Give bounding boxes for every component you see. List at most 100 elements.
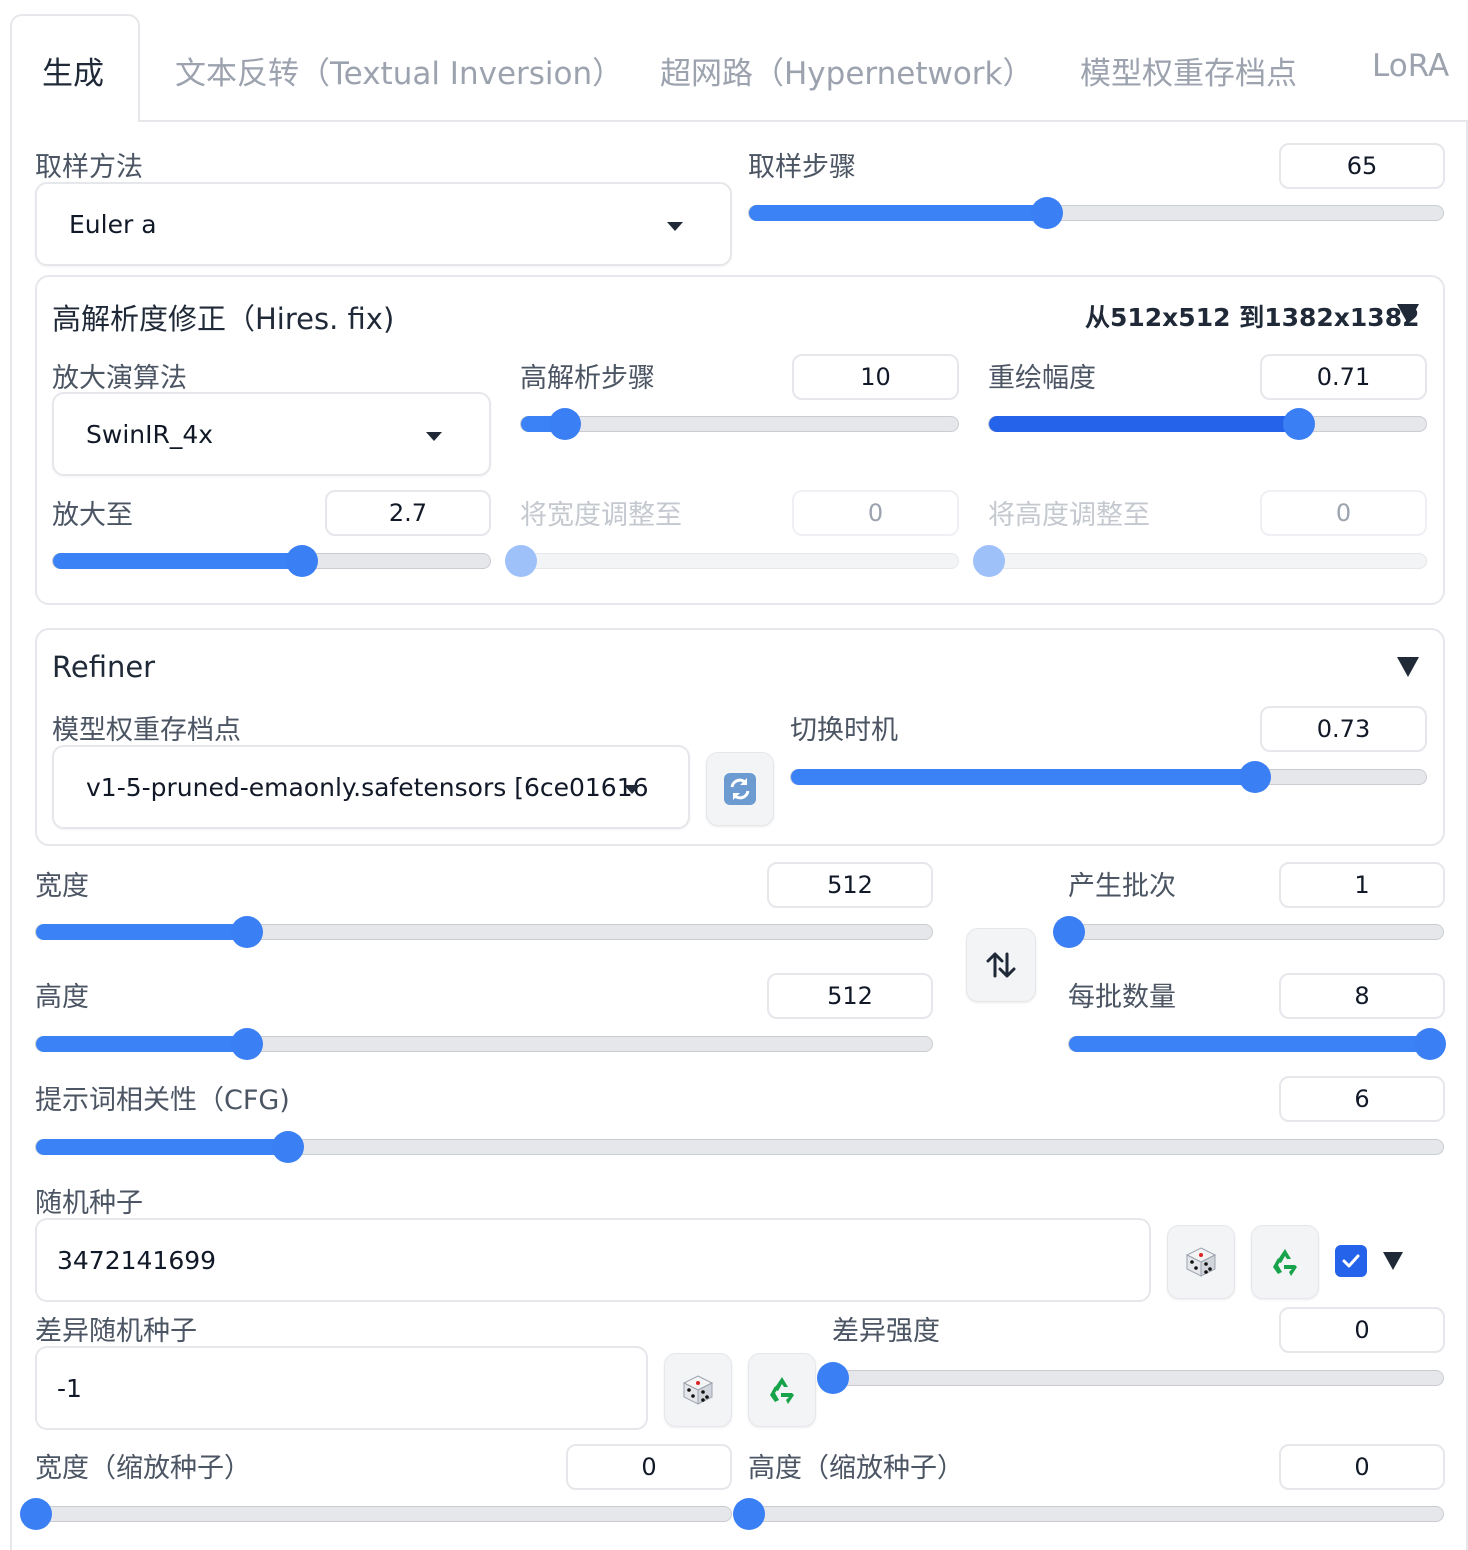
steps-slider-fill xyxy=(749,205,1048,221)
steps-input[interactable]: 65 xyxy=(1279,143,1445,189)
resize-width-slider[interactable] xyxy=(505,545,959,577)
seed-label: 随机种子 xyxy=(35,1188,143,1219)
seed-resize-height-input[interactable]: 0 xyxy=(1279,1444,1445,1490)
cfg-input[interactable]: 6 xyxy=(1279,1076,1445,1122)
variation-strength-slider-thumb[interactable] xyxy=(817,1362,849,1394)
switch-at-slider-thumb[interactable] xyxy=(1238,761,1271,793)
cfg-slider-fill xyxy=(36,1139,288,1155)
batch-count-label: 产生批次 xyxy=(1068,871,1176,902)
hires-steps-slider-thumb[interactable] xyxy=(548,408,581,440)
height-slider-thumb[interactable] xyxy=(230,1028,263,1060)
batch-count-slider-thumb[interactable] xyxy=(1053,916,1085,948)
denoise-slider-fill xyxy=(989,416,1300,432)
extra-seed-toggle-icon[interactable] xyxy=(1383,1252,1403,1270)
steps-slider[interactable] xyxy=(748,197,1444,229)
swap-vertical-icon xyxy=(986,952,1016,978)
denoise-input[interactable]: 0.71 xyxy=(1260,354,1427,400)
checkmark-icon xyxy=(1342,1254,1360,1268)
seed-resize-height-slider[interactable] xyxy=(733,1498,1444,1530)
chevron-down-icon xyxy=(667,222,683,231)
refiner-checkpoint-label: 模型权重存档点 xyxy=(52,715,241,746)
width-slider[interactable] xyxy=(35,916,933,948)
tab-textual-inversion[interactable]: 文本反转（Textual Inversion） xyxy=(175,48,623,93)
refresh-button[interactable] xyxy=(706,752,774,826)
resize-height-slider[interactable] xyxy=(973,545,1427,577)
width-slider-thumb[interactable] xyxy=(230,916,263,948)
tab-checkpoints[interactable]: 模型权重存档点 xyxy=(1080,48,1297,93)
height-slider[interactable] xyxy=(35,1028,933,1060)
switch-at-slider-fill xyxy=(791,769,1255,785)
denoise-slider[interactable] xyxy=(988,408,1427,440)
upscale-by-input[interactable]: 2.7 xyxy=(325,490,491,536)
hires-steps-label: 高解析步骤 xyxy=(520,363,655,394)
width-input[interactable]: 512 xyxy=(767,862,933,908)
refiner-checkpoint-value: v1-5-pruned-emaonly.safetensors [6ce0161… xyxy=(86,772,649,802)
batch-size-input[interactable]: 8 xyxy=(1279,973,1445,1019)
batch-size-slider[interactable] xyxy=(1068,1028,1446,1060)
resize-height-input[interactable]: 0 xyxy=(1260,490,1427,536)
seed-input[interactable]: 3472141699 xyxy=(35,1218,1151,1302)
refiner-title[interactable]: Refiner xyxy=(52,650,155,684)
recycle-icon xyxy=(770,1377,794,1404)
switch-at-label: 切换时机 xyxy=(790,715,898,746)
reuse-variation-seed-button[interactable] xyxy=(748,1353,816,1427)
sampler-value: Euler a xyxy=(69,209,157,239)
batch-count-input[interactable]: 1 xyxy=(1279,862,1445,908)
upscale-by-slider[interactable] xyxy=(52,545,491,577)
collapse-triangle-icon[interactable] xyxy=(1397,657,1419,677)
width-slider-fill xyxy=(36,924,247,940)
tab-hypernetwork[interactable]: 超网路（Hypernetwork） xyxy=(660,48,1034,93)
batch-size-label: 每批数量 xyxy=(1068,982,1176,1013)
seed-resize-height-slider-thumb[interactable] xyxy=(733,1498,765,1530)
seed-resize-width-slider-thumb[interactable] xyxy=(20,1498,52,1530)
upscale-by-slider-thumb[interactable] xyxy=(286,545,319,577)
seed-resize-height-label: 高度（缩放种子） xyxy=(748,1453,964,1484)
sampler-dropdown[interactable]: Euler a xyxy=(35,182,732,266)
cfg-slider[interactable] xyxy=(35,1131,1444,1163)
upscaler-dropdown[interactable]: SwinIR_4x xyxy=(52,392,491,476)
resize-width-slider-thumb[interactable] xyxy=(505,545,537,577)
tab-generate[interactable]: 生成 xyxy=(42,48,104,93)
upscale-by-label: 放大至 xyxy=(52,500,133,531)
resize-height-slider-thumb[interactable] xyxy=(973,545,1005,577)
batch-size-slider-fill xyxy=(1069,1036,1430,1052)
dice-icon xyxy=(682,1375,714,1405)
refresh-icon xyxy=(724,773,756,805)
tabbar-divider xyxy=(139,120,1468,122)
reuse-seed-button[interactable] xyxy=(1251,1225,1319,1299)
seed-resize-width-input[interactable]: 0 xyxy=(566,1444,732,1490)
refiner-checkpoint-dropdown[interactable]: v1-5-pruned-emaonly.safetensors [6ce0161… xyxy=(52,745,690,829)
upscaler-label: 放大演算法 xyxy=(52,363,187,394)
variation-strength-slider[interactable] xyxy=(817,1362,1444,1394)
dice-icon xyxy=(1185,1247,1217,1277)
hires-steps-input[interactable]: 10 xyxy=(792,354,959,400)
tab-lora[interactable]: LoRA xyxy=(1372,48,1449,84)
variation-strength-input[interactable]: 0 xyxy=(1279,1307,1445,1353)
variation-seed-label: 差异随机种子 xyxy=(35,1316,197,1347)
seed-resize-width-label: 宽度（缩放种子） xyxy=(35,1453,251,1484)
switch-at-input[interactable]: 0.73 xyxy=(1260,706,1427,752)
batch-size-slider-thumb[interactable] xyxy=(1414,1028,1446,1060)
height-label: 高度 xyxy=(35,982,89,1013)
cfg-slider-thumb[interactable] xyxy=(271,1131,304,1163)
random-seed-button[interactable] xyxy=(1167,1225,1235,1299)
collapse-triangle-icon[interactable] xyxy=(1397,304,1419,324)
upscale-by-slider-fill xyxy=(53,553,303,569)
resize-width-input[interactable]: 0 xyxy=(792,490,959,536)
chevron-down-icon xyxy=(624,785,640,794)
hires-steps-slider[interactable] xyxy=(520,408,959,440)
seed-resize-width-slider[interactable] xyxy=(20,1498,732,1530)
resize-height-label: 将高度调整至 xyxy=(988,500,1150,531)
steps-slider-thumb[interactable] xyxy=(1031,197,1064,229)
hires-fix-title[interactable]: 高解析度修正（Hires. fix) xyxy=(52,296,394,338)
random-variation-seed-button[interactable] xyxy=(664,1353,732,1427)
batch-count-slider[interactable] xyxy=(1053,916,1444,948)
sampler-label: 取样方法 xyxy=(35,152,143,183)
height-input[interactable]: 512 xyxy=(767,973,933,1019)
switch-at-slider[interactable] xyxy=(790,761,1427,793)
resize-width-label: 将宽度调整至 xyxy=(520,500,682,531)
variation-seed-input[interactable]: -1 xyxy=(35,1346,648,1430)
swap-dimensions-button[interactable] xyxy=(966,928,1036,1002)
extra-seed-checkbox[interactable] xyxy=(1335,1245,1367,1277)
chevron-down-icon xyxy=(426,432,442,441)
